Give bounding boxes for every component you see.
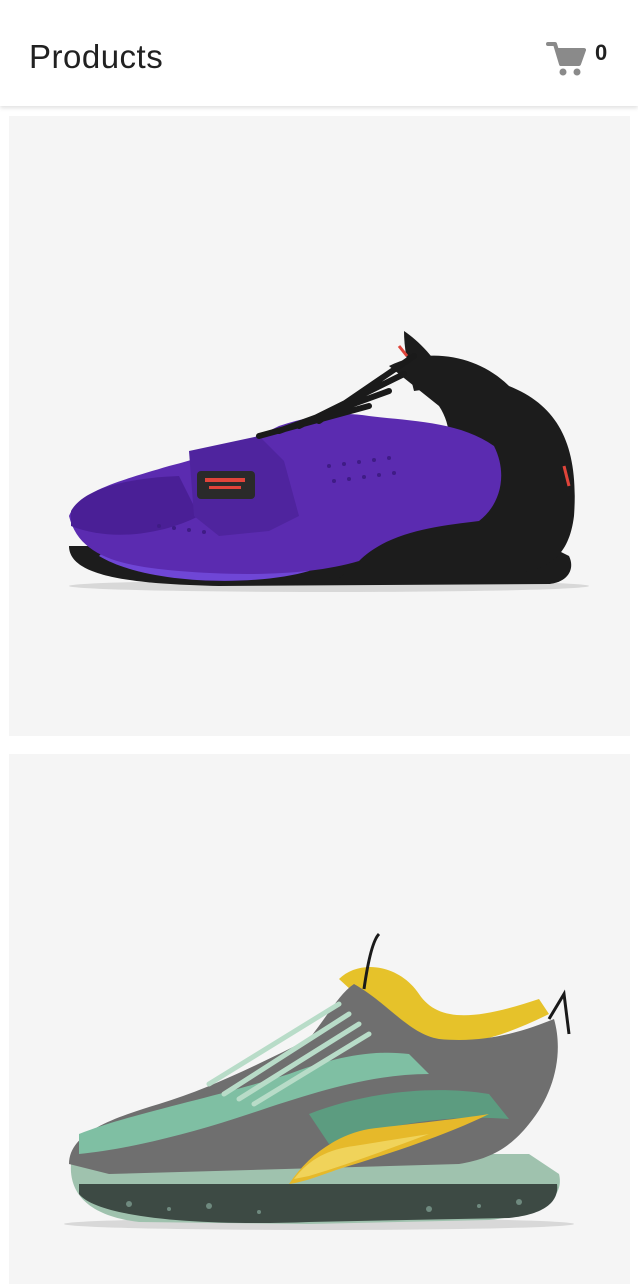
product-card[interactable] <box>9 754 630 1284</box>
product-image-purple-shoe <box>69 331 589 592</box>
product-card[interactable] <box>9 116 630 736</box>
app-bar: Products 0 <box>0 0 638 106</box>
page-title: Products <box>29 38 164 75</box>
shopping-cart-icon[interactable] <box>546 40 586 78</box>
cart-count-badge: 0 <box>595 40 608 65</box>
product-image-grey-green-shoe <box>64 932 574 1230</box>
